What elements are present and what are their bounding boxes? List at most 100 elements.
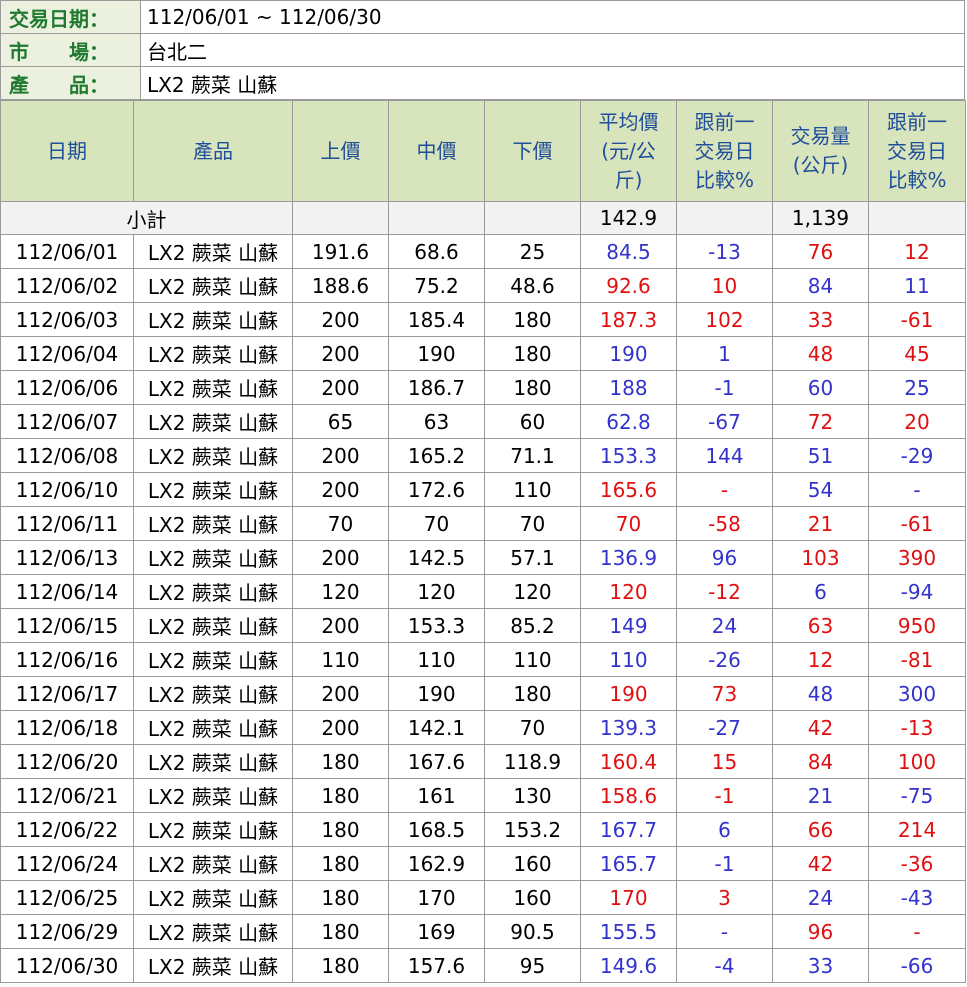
product-cell: LX2 蕨菜 山蘇 bbox=[133, 710, 293, 745]
low-price-cell: 71.1 bbox=[484, 438, 581, 473]
mid-price-cell: 120 bbox=[388, 574, 485, 609]
query-info-table: 交易日期： 112/06/01 ~ 112/06/30 市 場： 台北二 產 品… bbox=[0, 0, 965, 100]
volume-change-cell: -75 bbox=[868, 778, 966, 813]
low-price-cell: 25 bbox=[484, 234, 581, 269]
mid-price-cell: 161 bbox=[388, 778, 485, 813]
avg-price-cell: 160.4 bbox=[580, 744, 677, 779]
volume-cell: 6 bbox=[772, 574, 869, 609]
date-cell: 112/06/14 bbox=[0, 574, 134, 609]
date-cell: 112/06/29 bbox=[0, 914, 134, 949]
avg-price-cell: 149.6 bbox=[580, 948, 677, 983]
volume-change-cell: 214 bbox=[868, 812, 966, 847]
subtotal-empty-cell bbox=[292, 201, 389, 235]
header-line: 比較% bbox=[694, 167, 754, 192]
market-value: 台北二 bbox=[140, 33, 965, 67]
table-row: 112/06/16 LX2 蕨菜 山蘇 110 110 110 110 -26 12 -81 bbox=[0, 642, 966, 677]
price-table: 日期 產品 上價 中價 下價 平均價 (元/公 斤) 跟前一 交易日 比較% 交易量 (公斤) 跟前一 交易… bbox=[0, 100, 966, 983]
volume-change-cell: 25 bbox=[868, 370, 966, 405]
subtotal-volume: 1,139 bbox=[772, 201, 869, 235]
header-date: 日期 bbox=[0, 100, 134, 202]
high-price-cell: 180 bbox=[292, 914, 389, 949]
low-price-cell: 48.6 bbox=[484, 268, 581, 303]
avg-price-cell: 110 bbox=[580, 642, 677, 677]
high-price-cell: 200 bbox=[292, 608, 389, 643]
avg-price-cell: 170 bbox=[580, 880, 677, 915]
header-low-price: 下價 bbox=[484, 100, 581, 202]
high-price-cell: 180 bbox=[292, 744, 389, 779]
avg-change-cell: 73 bbox=[676, 676, 773, 711]
avg-change-cell: -13 bbox=[676, 234, 773, 269]
mid-price-cell: 63 bbox=[388, 404, 485, 439]
date-range-value: 112/06/01 ~ 112/06/30 bbox=[140, 0, 965, 34]
volume-change-cell: 100 bbox=[868, 744, 966, 779]
volume-change-cell: -94 bbox=[868, 574, 966, 609]
mid-price-cell: 190 bbox=[388, 676, 485, 711]
date-cell: 112/06/24 bbox=[0, 846, 134, 881]
avg-price-cell: 158.6 bbox=[580, 778, 677, 813]
product-value: LX2 蕨菜 山蘇 bbox=[140, 66, 965, 100]
table-row: 112/06/10 LX2 蕨菜 山蘇 200 172.6 110 165.6-54- bbox=[0, 472, 966, 507]
mid-price-cell: 190 bbox=[388, 336, 485, 371]
header-line: 交易日 bbox=[694, 138, 755, 163]
avg-change-cell: 6 bbox=[676, 812, 773, 847]
high-price-cell: 120 bbox=[292, 574, 389, 609]
avg-change-cell: -58 bbox=[676, 506, 773, 541]
table-row: 112/06/25 LX2 蕨菜 山蘇 180 170 160 170 3 24 -43 bbox=[0, 880, 966, 915]
volume-cell: 84 bbox=[772, 268, 869, 303]
volume-cell: 72 bbox=[772, 404, 869, 439]
product-cell: LX2 蕨菜 山蘇 bbox=[133, 506, 293, 541]
date-cell: 112/06/18 bbox=[0, 710, 134, 745]
mid-price-cell: 165.2 bbox=[388, 438, 485, 473]
header-line: 產品 bbox=[193, 138, 233, 163]
product-cell: LX2 蕨菜 山蘇 bbox=[133, 438, 293, 473]
high-price-cell: 200 bbox=[292, 438, 389, 473]
product-cell: LX2 蕨菜 山蘇 bbox=[133, 778, 293, 813]
subtotal-row: 小計 142.9 1,139 bbox=[0, 201, 966, 235]
table-row: 112/06/08 LX2 蕨菜 山蘇 200 165.2 71.1 153.3 144 51… bbox=[0, 438, 966, 473]
avg-change-cell: -4 bbox=[676, 948, 773, 983]
avg-change-cell: 1 bbox=[676, 336, 773, 371]
avg-change-cell: 102 bbox=[676, 302, 773, 337]
table-row: 112/06/21 LX2 蕨菜 山蘇 180 161 130 158.6 -1 21 -75 bbox=[0, 778, 966, 813]
header-line: 平均價 bbox=[598, 109, 659, 134]
date-cell: 112/06/22 bbox=[0, 812, 134, 847]
market-label: 市 場： bbox=[0, 33, 141, 67]
avg-price-cell: 149 bbox=[580, 608, 677, 643]
low-price-cell: 180 bbox=[484, 302, 581, 337]
low-price-cell: 180 bbox=[484, 370, 581, 405]
header-line: 交易日 bbox=[887, 138, 947, 163]
volume-change-cell: -36 bbox=[868, 846, 966, 881]
header-line: 跟前一 bbox=[887, 109, 947, 134]
table-row: 112/06/18 LX2 蕨菜 山蘇 200 142.1 70 139.3 -27 42 -1… bbox=[0, 710, 966, 745]
avg-price-cell: 120 bbox=[580, 574, 677, 609]
mid-price-cell: 142.5 bbox=[388, 540, 485, 575]
product-cell: LX2 蕨菜 山蘇 bbox=[133, 812, 293, 847]
high-price-cell: 180 bbox=[292, 846, 389, 881]
header-line: 斤) bbox=[614, 167, 643, 192]
avg-price-cell: 190 bbox=[580, 336, 677, 371]
high-price-cell: 110 bbox=[292, 642, 389, 677]
date-cell: 112/06/15 bbox=[0, 608, 134, 643]
date-cell: 112/06/11 bbox=[0, 506, 134, 541]
low-price-cell: 70 bbox=[484, 710, 581, 745]
subtotal-empty-cell bbox=[484, 201, 581, 235]
market-row: 市 場： 台北二 bbox=[0, 33, 965, 67]
header-line: (元/公 bbox=[601, 138, 656, 163]
volume-cell: 76 bbox=[772, 234, 869, 269]
header-line: 上價 bbox=[320, 138, 361, 163]
table-row: 112/06/11 LX2 蕨菜 山蘇 70 70 70 70 -58 21 -61 bbox=[0, 506, 966, 541]
product-cell: LX2 蕨菜 山蘇 bbox=[133, 676, 293, 711]
subtotal-empty-cell bbox=[868, 201, 966, 235]
volume-change-cell: -66 bbox=[868, 948, 966, 983]
mid-price-cell: 170 bbox=[388, 880, 485, 915]
header-mid-price: 中價 bbox=[388, 100, 485, 202]
low-price-cell: 110 bbox=[484, 642, 581, 677]
product-cell: LX2 蕨菜 山蘇 bbox=[133, 642, 293, 677]
avg-change-cell: 15 bbox=[676, 744, 773, 779]
product-cell: LX2 蕨菜 山蘇 bbox=[133, 744, 293, 779]
volume-cell: 103 bbox=[772, 540, 869, 575]
volume-cell: 33 bbox=[772, 302, 869, 337]
low-price-cell: 120 bbox=[484, 574, 581, 609]
product-cell: LX2 蕨菜 山蘇 bbox=[133, 336, 293, 371]
header-line: (公斤) bbox=[792, 153, 849, 177]
